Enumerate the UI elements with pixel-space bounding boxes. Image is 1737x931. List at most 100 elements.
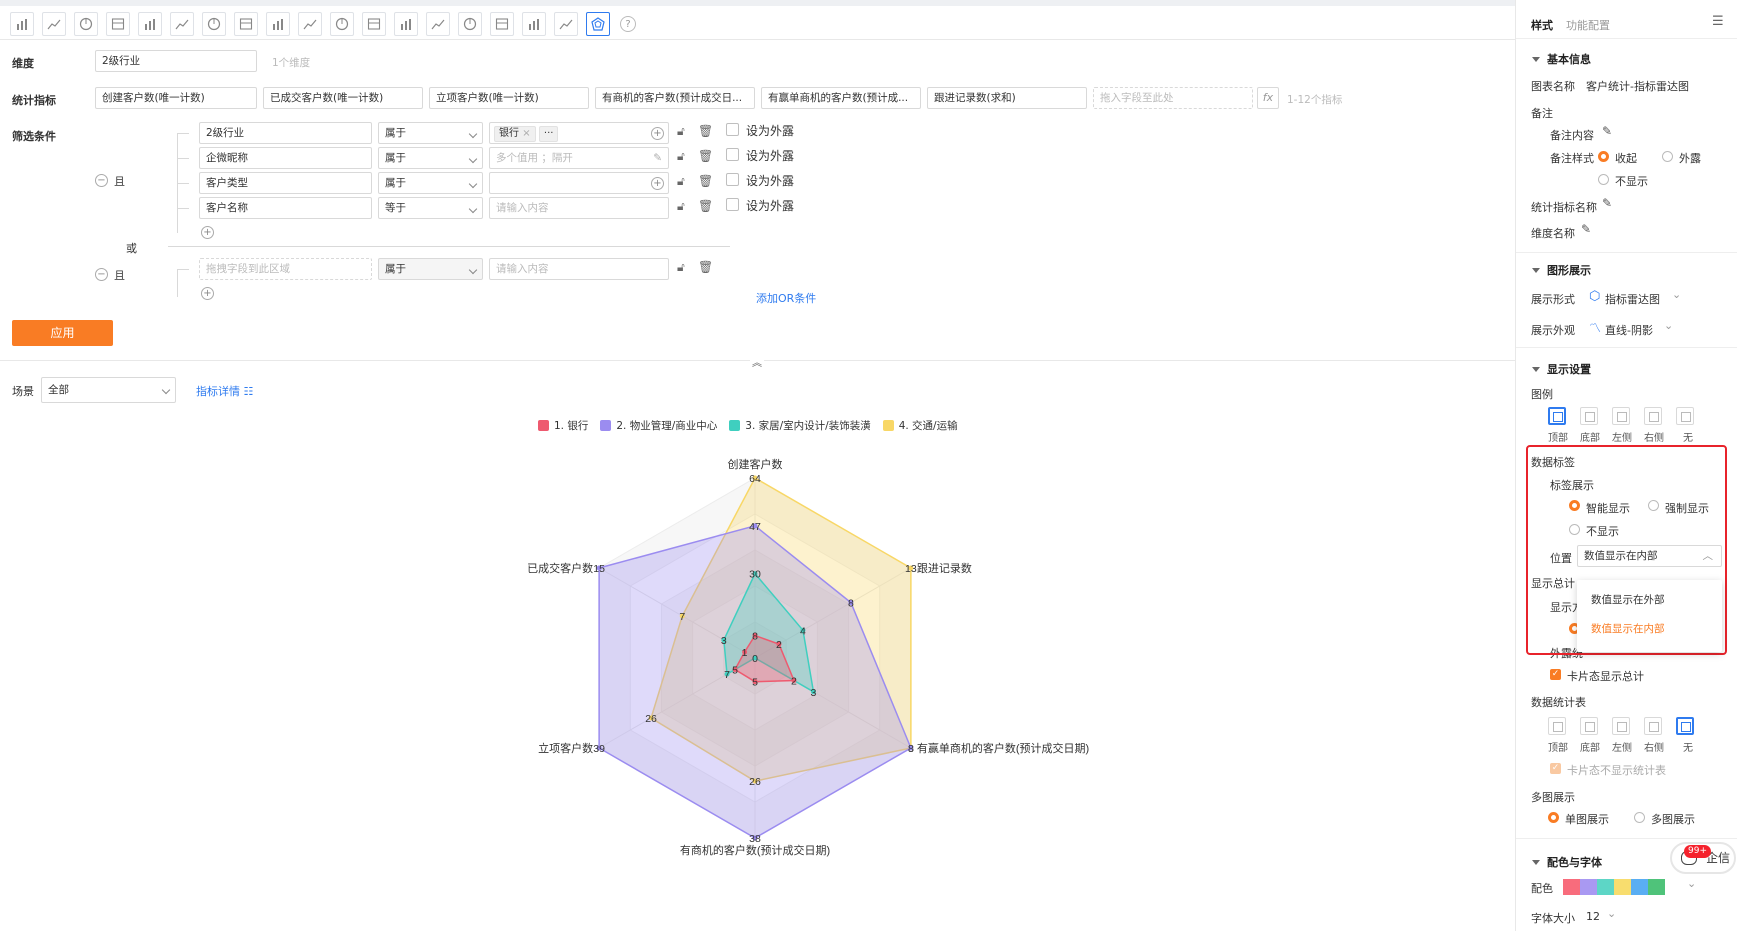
delete-icon[interactable]: 🗑︎ [698, 260, 713, 274]
delete-icon[interactable]: 🗑︎ [698, 149, 713, 163]
filter-operator[interactable]: 属于 [378, 147, 483, 169]
tab-style[interactable]: 样式 [1531, 17, 1553, 33]
lock-icon[interactable]: 🔓︎ [677, 260, 685, 275]
metric-item[interactable]: 已成交客户数(唯一计数) [263, 87, 423, 109]
pivot-icon[interactable] [522, 12, 546, 36]
filter-value[interactable]: 银行 × ··· + [489, 122, 669, 144]
add-or-condition-link[interactable]: 添加OR条件 [756, 290, 816, 306]
delete-icon[interactable]: 🗑︎ [698, 199, 713, 213]
filter-operator[interactable]: 等于 [378, 197, 483, 219]
position-select[interactable]: 数值显示在内部 ︿ [1577, 545, 1722, 567]
bar-chart-icon[interactable] [10, 12, 34, 36]
combo-chart-icon[interactable] [202, 12, 226, 36]
radio-single[interactable] [1548, 812, 1559, 823]
filter-value[interactable]: + [489, 172, 669, 194]
expose-checkbox[interactable] [726, 148, 739, 161]
pie-chart-icon[interactable] [74, 12, 98, 36]
filter-operator[interactable]: 属于 [378, 172, 483, 194]
funnel2-chart-icon[interactable] [138, 12, 162, 36]
tag-close-icon[interactable]: × [522, 128, 530, 139]
filter-field[interactable]: 2级行业 [199, 122, 372, 144]
section-display[interactable]: 显示设置 [1532, 361, 1591, 377]
filter-field-drop-zone[interactable]: 拖拽字段到此区域 [199, 258, 372, 280]
collapse-panel-icon[interactable]: ︽ [750, 354, 764, 369]
chevron-down-icon[interactable]: ⌄ [1672, 288, 1681, 301]
chevron-down-icon[interactable]: ⌄ [1687, 877, 1696, 890]
lock-icon[interactable]: 🔓︎ [677, 124, 685, 139]
panel-menu-icon[interactable]: ☰ [1712, 14, 1724, 29]
table-pos-none[interactable] [1676, 717, 1694, 735]
filter-value[interactable]: 请输入内容 [489, 197, 669, 219]
heatmap-icon[interactable] [490, 12, 514, 36]
legend-pos-top[interactable] [1548, 407, 1566, 425]
metric-item[interactable]: 跟进记录数(求和) [927, 87, 1087, 109]
menu-item-outside[interactable]: 数值显示在外部 [1591, 592, 1665, 607]
table-pos-right[interactable] [1644, 717, 1662, 735]
edit-icon[interactable]: ✎ [653, 148, 662, 168]
column-icon[interactable] [426, 12, 450, 36]
filter-operator[interactable]: 属于 [378, 258, 483, 280]
card-no-table-checkbox[interactable]: ✓ [1550, 763, 1561, 774]
metric-item[interactable]: 立项客户数(唯一计数) [429, 87, 589, 109]
bubble-icon[interactable] [394, 12, 418, 36]
radio-hide[interactable] [1598, 174, 1609, 185]
legend-pos-bottom[interactable] [1580, 407, 1598, 425]
trend-icon[interactable] [554, 12, 578, 36]
palette-swatches[interactable] [1563, 879, 1665, 895]
filter-value[interactable]: 多个值用 ；隔开 ✎ [489, 147, 669, 169]
metric-item[interactable]: 创建客户数(唯一计数) [95, 87, 257, 109]
radio-multi[interactable] [1634, 812, 1645, 823]
legend-pos-none[interactable] [1676, 407, 1694, 425]
add-value-icon[interactable]: + [651, 127, 664, 140]
add-value-icon[interactable]: + [651, 177, 664, 190]
radar-chart-icon[interactable] [586, 12, 610, 36]
section-graph[interactable]: 图形展示 [1532, 262, 1591, 278]
lock-icon[interactable]: 🔓︎ [677, 199, 685, 214]
filter-field[interactable]: 客户类型 [199, 172, 372, 194]
add-condition-icon[interactable]: + [201, 287, 214, 300]
radio-collapse[interactable] [1598, 151, 1609, 162]
more-tags[interactable]: ··· [538, 126, 559, 142]
table-pos-left[interactable] [1612, 717, 1630, 735]
expose-checkbox[interactable] [726, 173, 739, 186]
filter-field[interactable]: 客户名称 [199, 197, 372, 219]
font-size-value[interactable]: 12 [1586, 910, 1600, 923]
gauge-icon[interactable] [266, 12, 290, 36]
section-color-font[interactable]: 配色与字体 [1532, 854, 1602, 870]
table-pos-bottom[interactable] [1580, 717, 1598, 735]
filter-operator[interactable]: 属于 [378, 122, 483, 144]
table-pos-top[interactable] [1548, 717, 1566, 735]
look-value[interactable]: 直线-阴影 [1605, 322, 1653, 338]
metric-drop-zone[interactable]: 拖入字段至此处 [1093, 87, 1253, 109]
filter-value[interactable]: 请输入内容 [489, 258, 669, 280]
table-icon[interactable] [170, 12, 194, 36]
scene-select[interactable]: 全部 [41, 377, 176, 403]
funnel-chart-icon[interactable] [106, 12, 130, 36]
lock-icon[interactable]: 🔓︎ [677, 149, 685, 164]
line-chart-icon[interactable] [42, 12, 66, 36]
expose-checkbox[interactable] [726, 123, 739, 136]
delete-icon[interactable]: 🗑︎ [698, 124, 713, 138]
edit-icon[interactable]: ✎ [1602, 124, 1612, 138]
radio-expose[interactable] [1662, 151, 1673, 162]
delete-icon[interactable]: 🗑︎ [698, 174, 713, 188]
section-basic[interactable]: 基本信息 [1532, 51, 1591, 67]
legend-pos-right[interactable] [1644, 407, 1662, 425]
lock-icon[interactable]: 🔓︎ [677, 174, 685, 189]
chevron-down-icon[interactable]: ⌄ [1607, 907, 1616, 920]
geo-icon[interactable] [362, 12, 386, 36]
chevron-down-icon[interactable]: ⌄ [1664, 319, 1673, 332]
apply-button[interactable]: 应用 [12, 320, 113, 346]
edit-icon[interactable]: ✎ [1602, 196, 1612, 210]
formula-button[interactable]: fx [1257, 87, 1279, 109]
metric-item[interactable]: 有商机的客户数(预计成交日... [595, 87, 755, 109]
filter-field[interactable]: 企微昵称 [199, 147, 372, 169]
scatter-icon[interactable] [458, 12, 482, 36]
menu-item-inside[interactable]: 数值显示在内部 [1591, 621, 1665, 636]
add-condition-icon[interactable]: + [201, 226, 214, 239]
collapse-group-icon[interactable]: − [95, 174, 108, 187]
edit-icon[interactable]: ✎ [1581, 222, 1591, 236]
dimension-field[interactable]: 2级行业 [95, 50, 257, 72]
tab-config[interactable]: 功能配置 [1566, 17, 1610, 33]
metric-item[interactable]: 有赢单商机的客户数(预计成... [761, 87, 921, 109]
